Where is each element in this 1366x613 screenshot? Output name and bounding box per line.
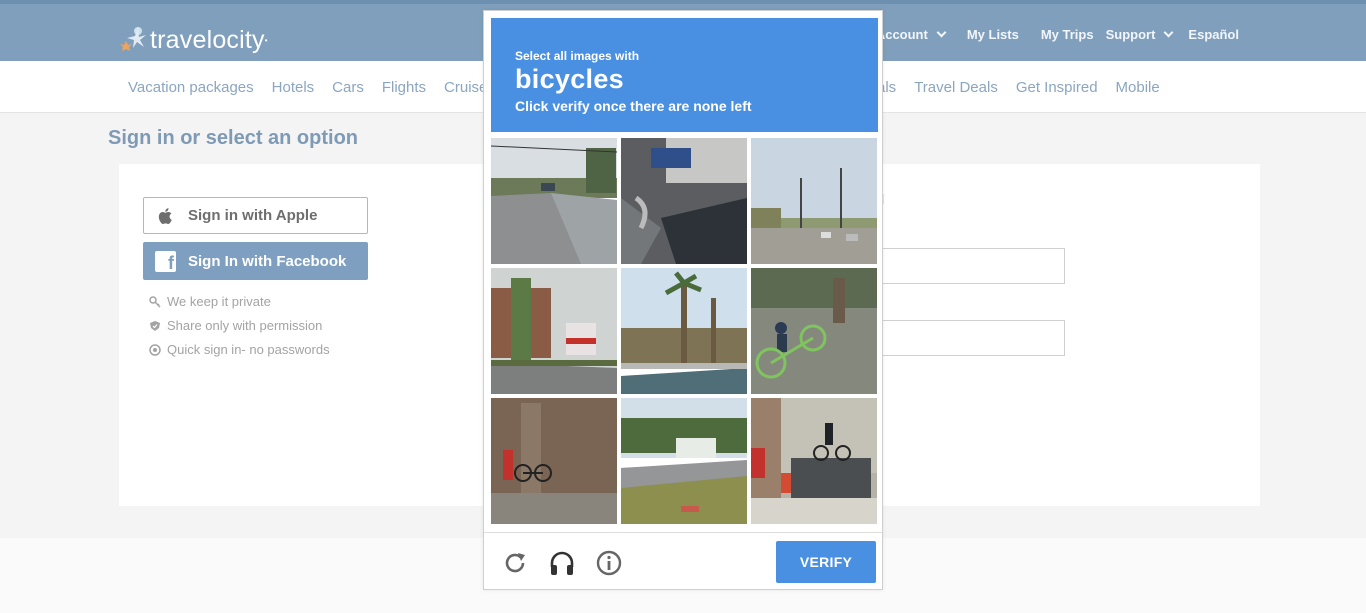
key-icon [149, 295, 161, 308]
my-trips-label: My Trips [1040, 27, 1094, 42]
captcha-divider [484, 532, 882, 533]
chevron-down-icon [936, 27, 947, 38]
captcha-tile-4[interactable] [491, 268, 617, 394]
perk-private-text: We keep it private [167, 294, 271, 309]
subnav-hotels[interactable]: Hotels [272, 79, 315, 96]
quick-signin-icon [149, 343, 161, 356]
subnav-get-inspired[interactable]: Get Inspired [1016, 79, 1098, 96]
subnav-vacation-packages[interactable]: Vacation packages [128, 79, 254, 96]
captcha-tile-5[interactable] [621, 268, 747, 394]
espanol-label: Español [1188, 27, 1239, 42]
logo-star-icon [120, 27, 146, 51]
facebook-button-label: Sign In with Facebook [188, 252, 347, 270]
captcha-tile-6[interactable] [751, 268, 877, 394]
captcha-tile-7[interactable] [491, 398, 617, 524]
support-menu[interactable]: Support [1105, 27, 1174, 42]
facebook-icon: f [155, 250, 176, 272]
shield-icon [150, 320, 160, 331]
reload-icon[interactable] [501, 549, 529, 577]
subnav-travel-deals[interactable]: Travel Deals [914, 79, 998, 96]
captcha-tile-8[interactable] [621, 398, 747, 524]
perk-quick: Quick sign in- no passwords [149, 342, 330, 357]
account-label: Account [875, 27, 928, 42]
subnav-flights[interactable]: Flights [382, 79, 426, 96]
support-label: Support [1105, 27, 1156, 42]
top-links: Account My Lists My Trips Support Españo… [854, 4, 1239, 65]
subnav-cars[interactable]: Cars [332, 79, 364, 96]
captcha-dialog: Select all images with bicycles Click ve… [483, 10, 883, 590]
captcha-tile-2[interactable] [621, 138, 747, 264]
espanol-link[interactable]: Español [1188, 27, 1239, 42]
subnav-left-items: Vacation packages Hotels Cars Flights Cr… [128, 61, 505, 113]
account-menu[interactable]: Account [875, 27, 947, 42]
apple-button-label: Sign in with Apple [188, 207, 318, 224]
my-lists-label: My Lists [966, 27, 1019, 42]
page-title: Sign in or select an option [108, 127, 359, 149]
subnav-mobile[interactable]: Mobile [1116, 79, 1160, 96]
subnav-right-items: als Travel Deals Get Inspired Mobile [877, 61, 1178, 113]
perk-permission-text: Share only with permission [167, 318, 323, 333]
captcha-header: Select all images with bicycles Click ve… [491, 18, 878, 132]
perk-quick-text: Quick sign in- no passwords [167, 342, 330, 357]
email-field[interactable] [878, 248, 1065, 284]
perk-private: We keep it private [149, 294, 271, 309]
captcha-instruction: Select all images with [515, 49, 640, 63]
captcha-tile-9[interactable] [751, 398, 877, 524]
info-icon[interactable] [595, 549, 623, 577]
apple-icon [158, 207, 172, 224]
captcha-target-word: bicycles [515, 64, 624, 94]
sign-in-facebook-button[interactable]: f Sign In with Facebook [143, 242, 368, 280]
verify-button[interactable]: VERIFY [776, 541, 876, 583]
chevron-down-icon [1163, 27, 1174, 38]
sign-in-apple-button[interactable]: Sign in with Apple [143, 197, 368, 234]
subnav-cruises[interactable]: Cruise [444, 79, 487, 96]
captcha-tile-1[interactable] [491, 138, 617, 264]
my-trips-link[interactable]: My Trips [1041, 27, 1094, 42]
travelocity-logo[interactable]: travelocity • [118, 20, 268, 60]
logo-registered-mark: • [264, 35, 268, 45]
perk-permission: Share only with permission [149, 318, 322, 333]
logo-wordmark: travelocity [150, 25, 265, 54]
password-field[interactable] [878, 320, 1065, 356]
my-lists-link[interactable]: My Lists [967, 27, 1019, 42]
captcha-tile-3[interactable] [751, 138, 877, 264]
audio-headphones-icon[interactable] [548, 549, 576, 577]
captcha-subinstruction: Click verify once there are none left [515, 98, 752, 114]
